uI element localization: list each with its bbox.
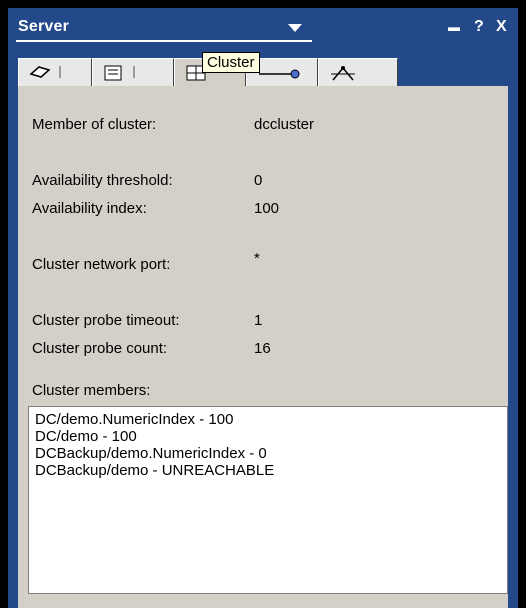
connector-icon	[259, 69, 300, 79]
tab-network[interactable]	[318, 58, 398, 86]
member-of-cluster-label: Member of cluster:	[32, 116, 157, 133]
tab-general[interactable]	[18, 58, 92, 86]
cluster-members-label: Cluster members:	[32, 382, 151, 399]
help-button[interactable]: ?	[474, 18, 484, 36]
eraser-icon	[29, 66, 61, 78]
cluster-probe-count-value: 16	[254, 340, 271, 357]
cluster-probe-timeout-label: Cluster probe timeout:	[32, 312, 180, 329]
close-button[interactable]: X	[496, 18, 507, 36]
cluster-properties: Member of cluster: dccluster Availabilit…	[18, 86, 508, 608]
network-icon	[331, 66, 355, 81]
availability-index-label: Availability index:	[32, 200, 147, 217]
list-item[interactable]: DCBackup/demo.NumericIndex - 0	[35, 445, 501, 462]
tree-icon	[104, 65, 135, 81]
cluster-network-port-label: Cluster network port:	[32, 256, 171, 273]
list-item[interactable]: DC/demo.NumericIndex - 100	[35, 411, 501, 428]
chevron-down-icon[interactable]	[288, 24, 302, 32]
title-bar: Server ▬ ? X	[8, 8, 518, 40]
availability-threshold-value: 0	[254, 172, 263, 189]
cluster-network-port-value: *	[254, 250, 260, 267]
title-underline	[16, 40, 312, 42]
cluster-probe-timeout-value: 1	[254, 312, 263, 329]
tab-tree[interactable]	[92, 58, 174, 86]
cluster-members-list[interactable]: DC/demo.NumericIndex - 100 DC/demo - 100…	[28, 406, 508, 594]
cluster-tooltip: Cluster	[202, 52, 260, 73]
availability-threshold-label: Availability threshold:	[32, 172, 173, 189]
list-item[interactable]: DC/demo - 100	[35, 428, 501, 445]
server-panel: Server ▬ ? X Cluster Member of cluster: …	[8, 8, 518, 608]
member-of-cluster-value: dccluster	[254, 116, 315, 133]
cluster-probe-count-label: Cluster probe count:	[32, 340, 168, 357]
availability-index-value: 100	[254, 200, 280, 217]
minimize-button[interactable]: ▬	[448, 20, 460, 34]
list-item[interactable]: DCBackup/demo - UNREACHABLE	[35, 462, 501, 479]
panel-title: Server	[18, 18, 70, 35]
